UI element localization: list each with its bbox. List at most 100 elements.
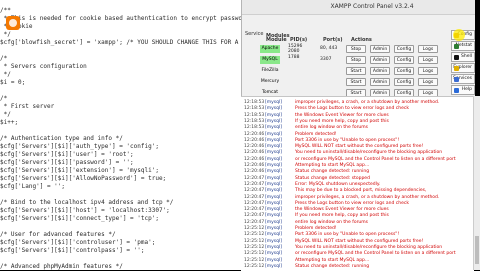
pid-column-header: PID(s): [290, 37, 308, 43]
log-line: 12:25:12 [mysql] MySQL WILL NOT start with…: [241, 239, 474, 245]
log-pane[interactable]: 12:18:53 [mysql] improper privileges, a cr…: [241, 96, 474, 271]
log-message: Attempting to start MySQL app...: [295, 257, 370, 263]
admin-button[interactable]: Admin: [370, 78, 390, 86]
log-message: Error: MySQL shutdown unexpectedly.: [295, 181, 381, 187]
sidebar-help-button[interactable]: Help: [451, 85, 475, 95]
log-time: 12:25:12: [244, 238, 265, 244]
module-name: MySQL: [260, 56, 280, 64]
service-column-label: Service: [245, 31, 264, 37]
log-time: 12:18:53: [244, 106, 265, 112]
config-button[interactable]: Config: [394, 56, 414, 64]
log-line: 12:20:47 [mysql] Status change detected: s…: [241, 176, 474, 182]
log-time: 12:20:47: [244, 188, 265, 194]
sidebar-netstat-button[interactable]: Netstat: [451, 41, 475, 51]
config-button[interactable]: Config: [394, 45, 414, 53]
start-button[interactable]: Start: [346, 67, 366, 75]
log-message: MySQL WILL NOT start without the configu…: [295, 238, 424, 244]
log-time: 12:25:12: [244, 244, 265, 250]
logs-button[interactable]: Logs: [418, 67, 438, 75]
log-module: [mysql]: [265, 169, 283, 175]
module-column-header: Module: [266, 37, 287, 43]
log-message: If you need more help, copy and post thi…: [295, 118, 389, 124]
sidebar-shell-button[interactable]: Shell: [451, 52, 475, 62]
log-line: 12:20:47 [mysql] This may be due to a bloc…: [241, 188, 474, 194]
log-message: Press the Logs button to view error logs…: [295, 200, 409, 206]
log-time: 12:18:53: [244, 125, 265, 131]
log-module: [mysql]: [265, 106, 283, 112]
log-message: Press the Logs button to view error logs…: [295, 106, 409, 112]
log-line: 12:20:47 [mysql] Error: MySQL shutdown une…: [241, 182, 474, 188]
module-name: FileZilla: [260, 67, 280, 75]
log-scrollbar-thumb[interactable]: [475, 236, 479, 264]
log-line: 12:25:12 [mysql] You need to uninstall/dis…: [241, 245, 474, 251]
code-line: $cfg['Lang'] = '';: [0, 183, 66, 190]
config-button[interactable]: Config: [394, 78, 414, 86]
log-time: 12:20:46: [244, 156, 265, 162]
log-message: entire log window on the forums: [295, 219, 368, 225]
log-scrollbar[interactable]: [473, 96, 480, 270]
log-time: 12:25:12: [244, 257, 265, 263]
log-module: [mysql]: [265, 257, 283, 263]
log-message: This may be due to a blocked port, missi…: [295, 188, 427, 194]
log-module: [mysql]: [265, 118, 283, 124]
log-module: [mysql]: [265, 251, 283, 257]
log-line: 12:20:47 [mysql] improper privileges, a cr…: [241, 195, 474, 201]
log-time: 12:25:12: [244, 232, 265, 238]
log-message: Status change detected: running: [295, 169, 370, 175]
log-line: 12:18:53 [mysql] Press the Logs button to …: [241, 106, 474, 112]
log-module: [mysql]: [265, 112, 283, 118]
log-module: [mysql]: [265, 188, 283, 194]
module-name: Mercury: [260, 78, 280, 86]
log-message: improper privileges, a crash, or a shutd…: [295, 194, 440, 200]
admin-button[interactable]: Admin: [370, 67, 390, 75]
log-line: 12:20:46 [mysql] Status change detected: r…: [241, 169, 474, 175]
config-editor[interactable]: /** * This is needed for cookie based au…: [0, 0, 242, 270]
admin-button[interactable]: Admin: [370, 56, 390, 64]
config-button[interactable]: Config: [394, 67, 414, 75]
window-title: XAMPP Control Panel v3.2.4: [330, 3, 414, 10]
logs-button[interactable]: Logs: [418, 45, 438, 53]
log-message: or reconfigure MySQL and the Control Pan…: [295, 156, 456, 162]
window-titlebar: XAMPP Control Panel v3.2.4: [242, 0, 475, 15]
log-module: [mysql]: [265, 150, 283, 156]
admin-button[interactable]: Admin: [370, 45, 390, 53]
sidebar-explorer-button[interactable]: Explorer: [451, 63, 475, 73]
start-button[interactable]: Start: [346, 78, 366, 86]
log-line: 12:20:47 [mysql] If you need more help, co…: [241, 213, 474, 219]
log-module: [mysql]: [265, 219, 283, 225]
log-module: [mysql]: [265, 263, 283, 269]
log-line: 12:18:53 [mysql] the Windows Event Viewer …: [241, 113, 474, 119]
log-line: 12:20:46 [mysql] You need to uninstall/dis…: [241, 150, 474, 156]
log-message: Problem detected!: [295, 131, 337, 137]
log-time: 12:20:47: [244, 181, 265, 187]
log-line: 12:25:12 [mysql] or reconfigure MySQL and …: [241, 251, 474, 257]
log-time: 12:25:12: [244, 251, 265, 257]
log-message: or reconfigure MySQL and the Control Pan…: [295, 251, 456, 257]
log-module: [mysql]: [265, 181, 283, 187]
log-module: [mysql]: [265, 200, 283, 206]
log-time: 12:25:12: [244, 263, 265, 269]
stop-button[interactable]: Stop: [346, 45, 366, 53]
log-message: Status change detected: running: [295, 263, 370, 269]
services-icon: [454, 77, 459, 82]
log-time: 12:20:46: [244, 137, 265, 143]
module-port: 3307: [320, 57, 332, 62]
stop-button[interactable]: Stop: [346, 56, 366, 64]
logs-button[interactable]: Logs: [418, 56, 438, 64]
log-time: 12:20:47: [244, 213, 265, 219]
log-module: [mysql]: [265, 137, 283, 143]
log-time: 12:20:47: [244, 200, 265, 206]
log-message: Port 3306 in use by "Unable to open proc…: [295, 232, 400, 238]
log-time: 12:20:47: [244, 194, 265, 200]
netstat-icon: [454, 44, 459, 49]
sidebar-services-button[interactable]: Services: [451, 74, 475, 84]
log-module: [mysql]: [265, 125, 283, 131]
code-line: $cfg['blowfish_secret'] = 'xampp'; /* YO…: [0, 39, 239, 46]
log-line: 12:25:12 [mysql] Attempting to start MySQL…: [241, 258, 474, 264]
log-message: You need to uninstall/disable/reconfigur…: [295, 150, 443, 156]
log-line: 12:18:53 [mysql] If you need more help, co…: [241, 119, 474, 125]
module-pid: 15296 2080: [288, 44, 303, 54]
log-time: 12:20:47: [244, 175, 265, 181]
log-module: [mysql]: [265, 213, 283, 219]
logs-button[interactable]: Logs: [418, 78, 438, 86]
